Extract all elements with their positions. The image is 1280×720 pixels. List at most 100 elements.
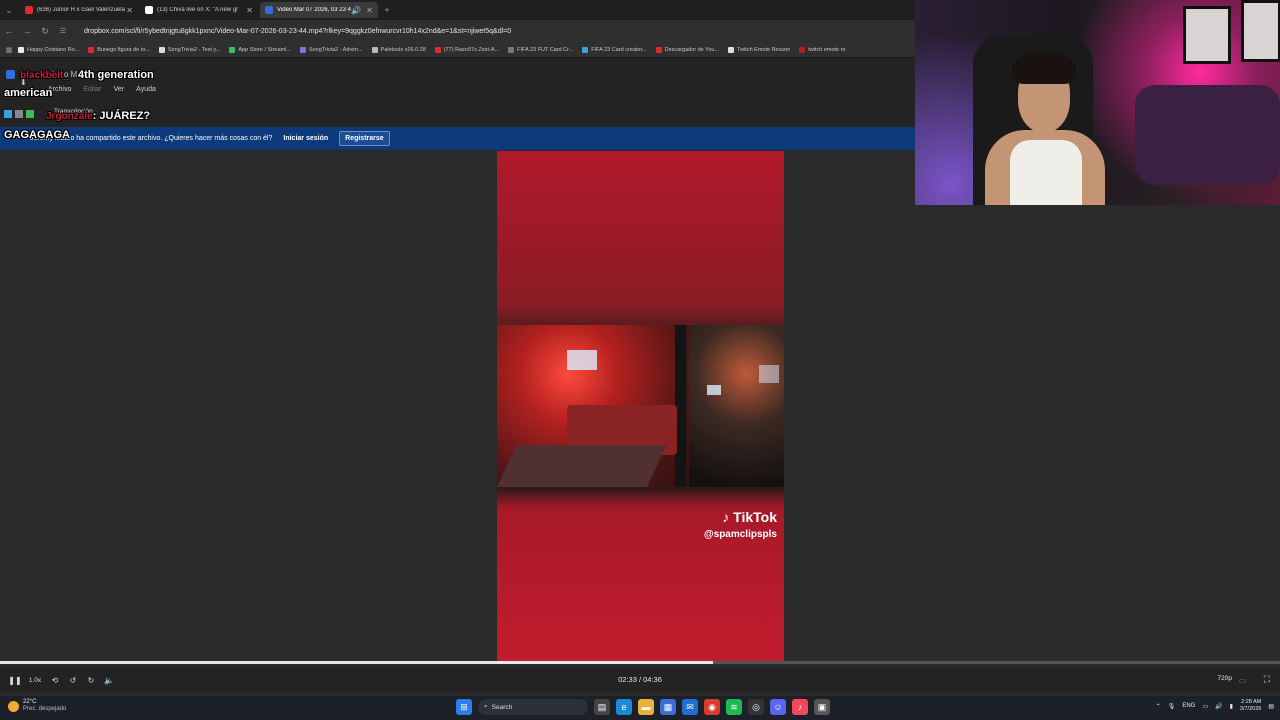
task-view-icon[interactable]: ▤ [594, 699, 610, 715]
pause-icon[interactable]: ❚❚ [6, 676, 24, 685]
close-icon[interactable]: ✕ [246, 6, 253, 15]
obs-icon[interactable]: ◎ [748, 699, 764, 715]
menu-ayuda[interactable]: Ayuda [136, 86, 156, 93]
bookmark-icon [655, 46, 662, 53]
edge-icon[interactable]: e [616, 699, 632, 715]
bookmark-11[interactable]: twitch emote re [799, 46, 846, 53]
bookmark-label: App Store / Streaml... [238, 46, 291, 53]
bookmark-icon [728, 46, 735, 53]
app-icon[interactable] [15, 110, 23, 118]
bookmark-icon [229, 46, 236, 53]
captions-icon[interactable]: ▭ [1238, 676, 1246, 685]
chat-line-3: Jrgonzale: JUÁREZ? [46, 110, 150, 122]
quality-button[interactable]: 720p [1218, 675, 1232, 682]
close-icon[interactable]: ✕ [366, 6, 373, 15]
tiktok-logo-text: ♪ TikTok [704, 509, 777, 525]
scene-right-panel [689, 325, 784, 487]
tab-0[interactable]: (636) Junior H x Gael Valenzuela ✕ [20, 2, 138, 18]
bookmark-7[interactable]: FIFA 23 FUT Card Cr... [508, 46, 574, 53]
app-icon[interactable] [26, 110, 34, 118]
discord-icon[interactable]: ☺ [770, 699, 786, 715]
bookmark-label: FIFA 23 FUT Card Cr... [517, 46, 574, 53]
bookmark-icon [434, 46, 441, 53]
bookmark-9[interactable]: Descargador de You... [655, 46, 720, 53]
back-arrow-icon[interactable]: ← [0, 26, 18, 36]
bookmark-2[interactable]: SongTrivia2 - Test y... [158, 46, 221, 53]
speaker-icon[interactable]: 🔊 [1215, 703, 1222, 710]
mic-icon[interactable]: 🎙 [1168, 703, 1176, 710]
menu-editar[interactable]: Editar [83, 86, 101, 93]
app-icon[interactable] [4, 110, 12, 118]
dropbox-logo-icon[interactable] [6, 70, 15, 79]
notification-icon[interactable]: ▤ [1268, 703, 1274, 710]
chrome-icon[interactable]: ◉ [704, 699, 720, 715]
audio-icon[interactable]: 🔊 [351, 6, 361, 15]
shared-file-banner: Jeremy Mateo ha compartido este archivo.… [0, 127, 915, 150]
tab-2[interactable]: Video Mar 07 2026, 03 23 4 🔊 ✕ [260, 2, 378, 18]
reload-icon[interactable]: ↻ [36, 26, 54, 37]
bookmark-5[interactable]: Paletools v26.0.28 [371, 46, 426, 53]
speed-button[interactable]: 1.0x [24, 677, 46, 684]
fullscreen-icon[interactable]: ⛶ [1264, 674, 1270, 685]
tab-title: (636) Junior H x Gael Valenzuela [37, 7, 125, 13]
address-bar-row: ← → ↻ ☰ dropbox.com/scl/fi/r5ybedtnjgtu8… [0, 20, 915, 42]
spotify-icon[interactable]: ≋ [726, 699, 742, 715]
file-explorer-icon[interactable]: ▬ [638, 699, 654, 715]
rewind-icon[interactable]: ↺ [64, 676, 82, 685]
windows-start-icon[interactable]: ⊞ [456, 699, 472, 715]
bookmark-icon [299, 46, 306, 53]
volume-icon[interactable]: 🔈 [100, 676, 118, 685]
music-icon[interactable]: ♪ [792, 699, 808, 715]
bookmark-3[interactable]: App Store / Streaml... [229, 46, 291, 53]
bookmark-icon [508, 46, 515, 53]
site-info-icon[interactable]: ☰ [54, 27, 72, 35]
apps-icon[interactable]: ▦ [0, 46, 18, 54]
app-icon[interactable]: ▣ [814, 699, 830, 715]
menu-ver[interactable]: Ver [114, 86, 125, 93]
taskbar-apps: ⊞ ⌕ Search ▤ e ▬ ▦ ✉ ◉ ≋ ◎ ☺ ♪ ▣ [456, 699, 830, 715]
bookmark-icon [582, 46, 589, 53]
close-icon[interactable]: ✕ [126, 6, 133, 15]
clock-time: 2:28 AM [1241, 699, 1262, 705]
new-tab-button[interactable]: + [378, 5, 396, 15]
login-button[interactable]: Iniciar sesión [278, 132, 333, 145]
battery-icon[interactable]: ▮ [1230, 703, 1233, 710]
chat-username: blackbelt_ [20, 70, 69, 81]
video-player[interactable]: ♪ TikTok @spamclipspls [497, 151, 784, 661]
bookmark-10[interactable]: Twitch Emote Resizer [728, 46, 790, 53]
taskbar-search[interactable]: ⌕ Search [478, 699, 588, 715]
mail-icon[interactable]: ✉ [682, 699, 698, 715]
loop-icon[interactable]: ⟲ [46, 676, 64, 685]
tab-search-icon[interactable]: ⌄ [0, 5, 18, 16]
player-controls: ❚❚ 1.0x ⟲ ↺ ↻ 🔈 02:33 / 04:36 720p ▭ ⛶ [0, 668, 1280, 692]
bookmark-4[interactable]: SongTrivia2 - Advim... [299, 46, 363, 53]
weather-widget[interactable]: 22°C Prec. despejado [8, 699, 66, 713]
bookmark-label: Descargador de You... [664, 46, 720, 53]
store-icon[interactable]: ▦ [660, 699, 676, 715]
x-icon [145, 6, 153, 14]
windows-taskbar: 22°C Prec. despejado ⊞ ⌕ Search ▤ e ▬ ▦ … [0, 696, 1280, 720]
bookmark-label: Happy Cristiano Ro... [27, 46, 80, 53]
register-button[interactable]: Registrarse [339, 131, 390, 146]
bookmark-icon [799, 46, 806, 53]
bookmark-icon [371, 46, 378, 53]
bookmark-label: SongTrivia2 - Test y... [167, 46, 221, 53]
tab-1[interactable]: (13) Chiva live on X: "A new gr ✕ [140, 2, 258, 18]
forward-arrow-icon[interactable]: → [18, 26, 36, 36]
language-indicator[interactable]: ENG [1182, 703, 1195, 709]
network-icon[interactable]: ▭ [1202, 703, 1208, 710]
bookmark-0[interactable]: Happy Cristiano Ro... [18, 46, 80, 53]
chevron-up-icon[interactable]: ⌃ [1156, 703, 1161, 710]
forward-icon[interactable]: ↻ [82, 676, 100, 685]
wall-frame [1183, 6, 1231, 64]
tab-title: (13) Chiva live on X: "A new gr [157, 7, 239, 13]
bookmark-6[interactable]: (77) Razo97s Zest-A... [434, 46, 499, 53]
bookmark-8[interactable]: FIFA 23 Card creator... [582, 46, 647, 53]
weather-desc: Prec. despejado [23, 706, 67, 712]
url-field[interactable]: dropbox.com/scl/fi/r5ybedtnjgtu8gkk1pxnc… [84, 28, 511, 35]
weather-temp: 22°C [23, 699, 37, 705]
system-tray: ⌃ 🎙 ENG ▭ 🔊 ▮ 2:28 AM 3/7/2026 ▤ [1156, 699, 1274, 713]
bookmark-1[interactable]: Buriego figura de to... [88, 46, 150, 53]
chat-username: Jrgonzale [46, 111, 93, 122]
clock[interactable]: 2:28 AM 3/7/2026 [1240, 699, 1261, 713]
